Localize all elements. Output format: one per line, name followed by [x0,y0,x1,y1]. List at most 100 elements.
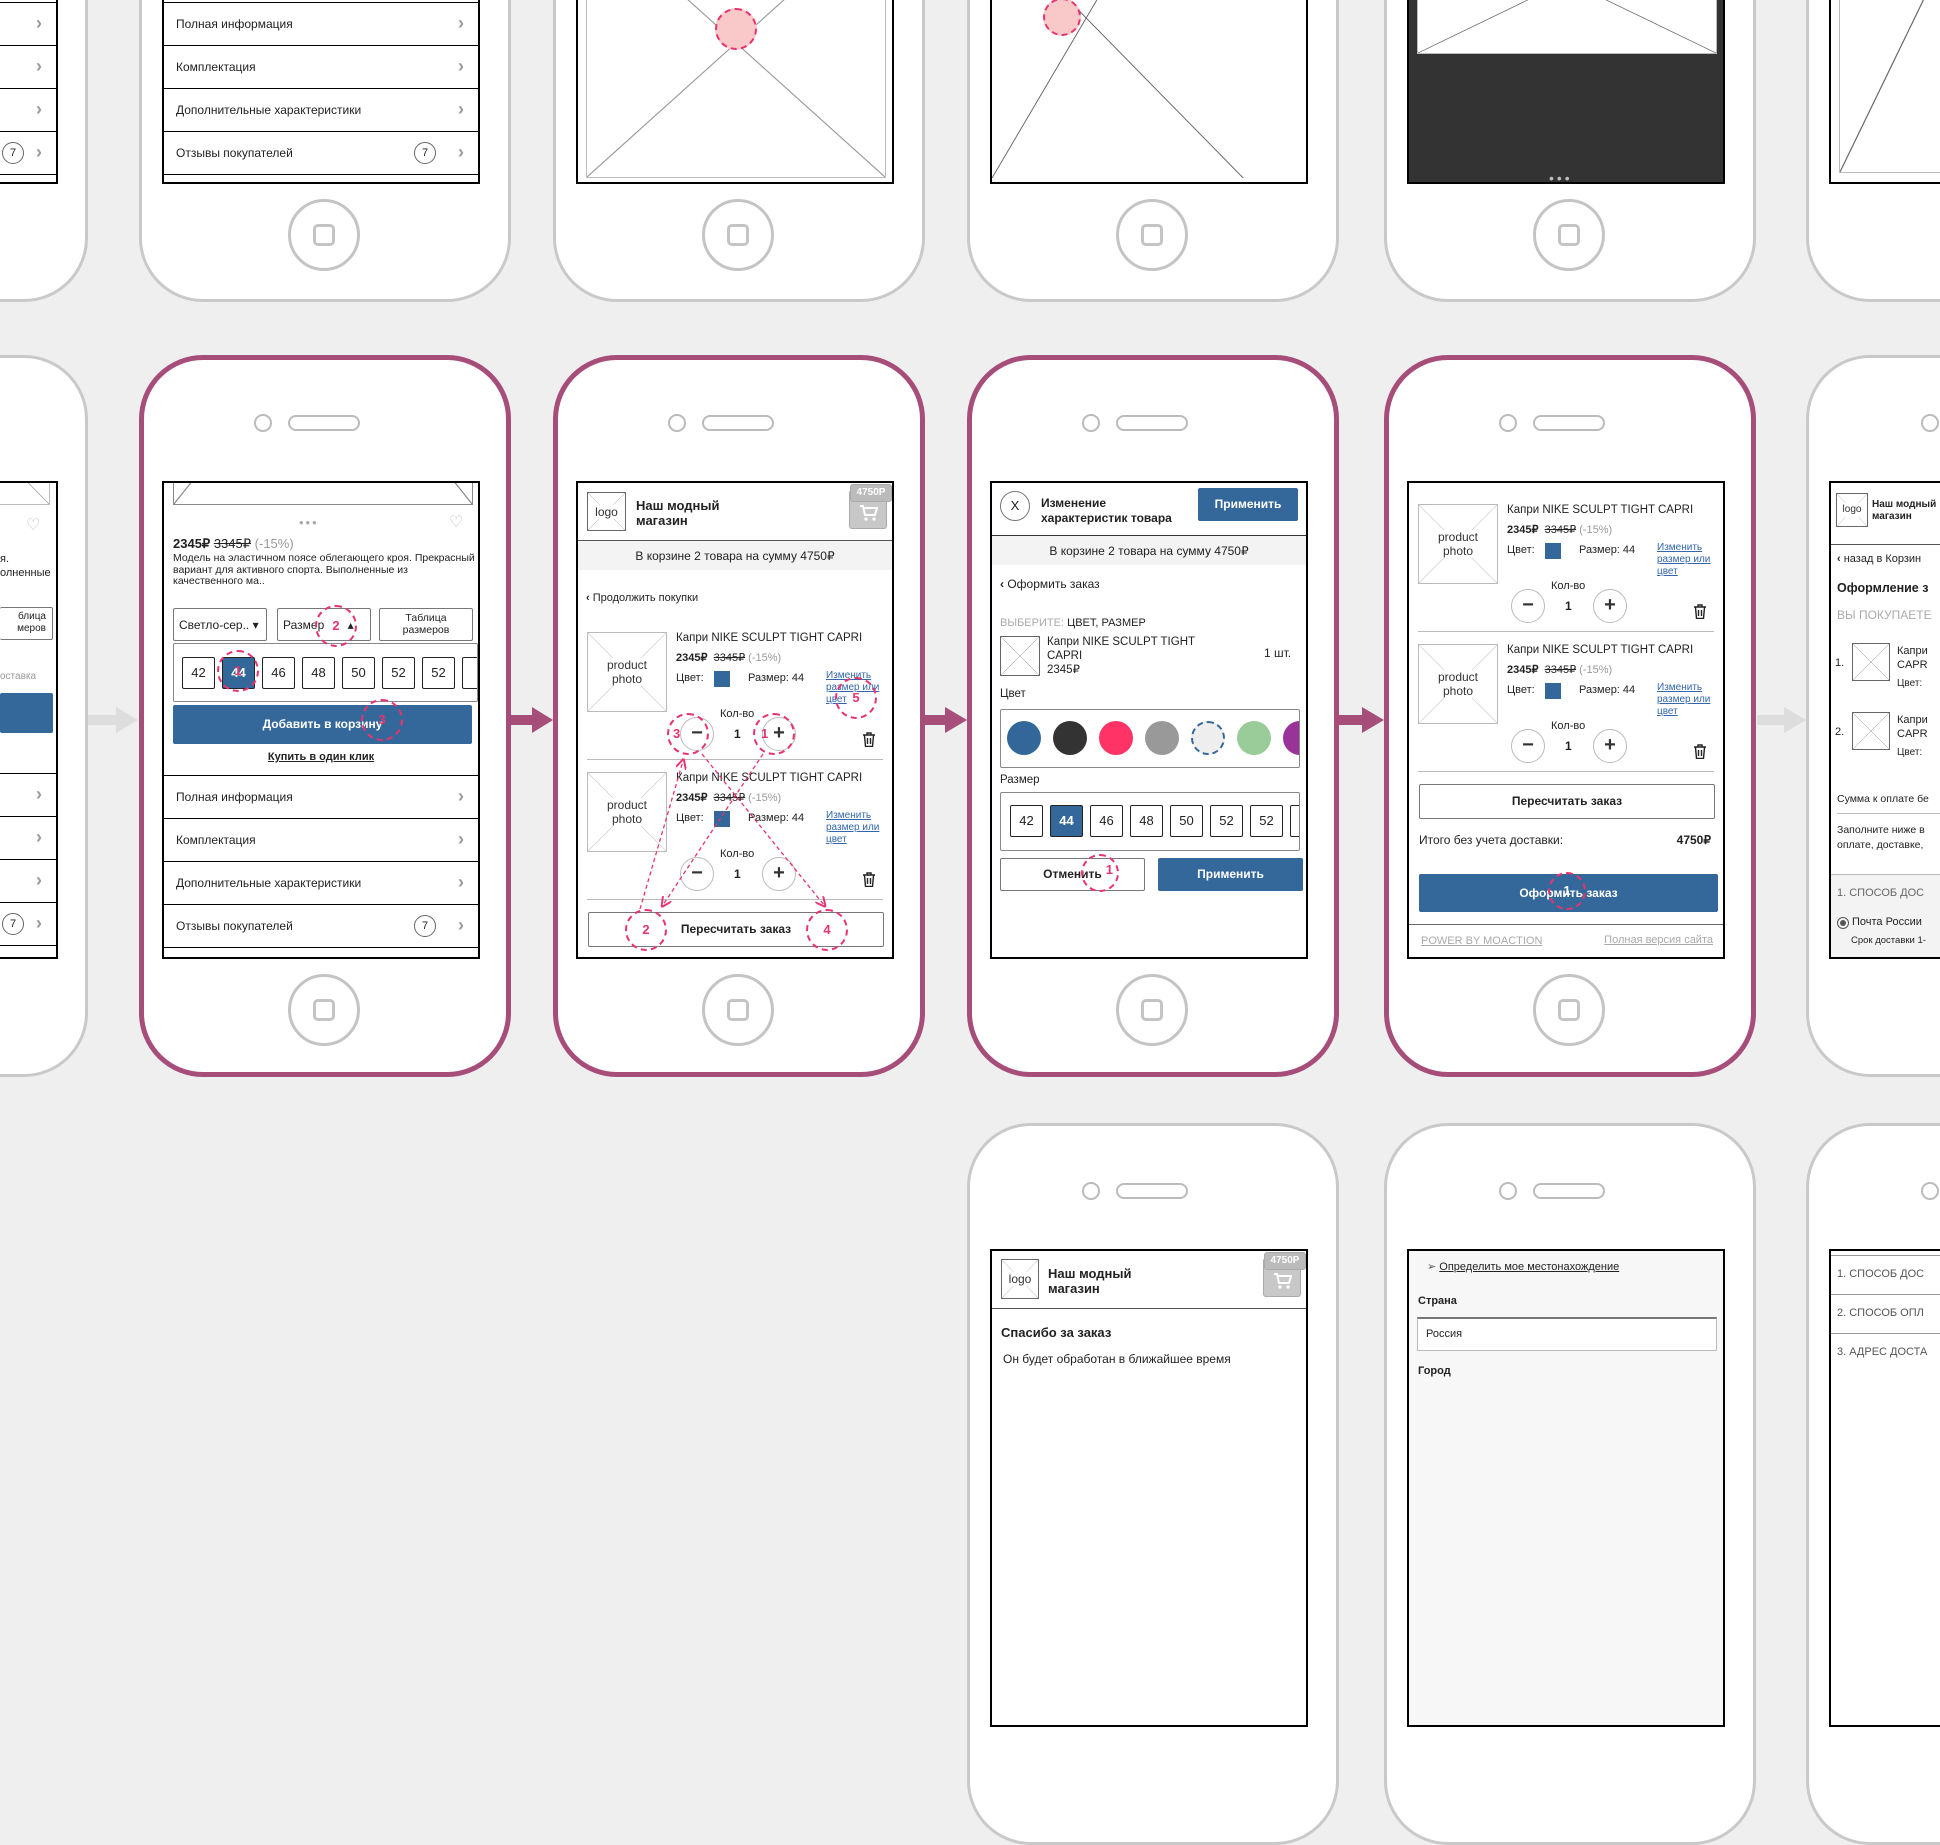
color-select[interactable]: Светло-сер.. ▾ [173,608,267,641]
size-option[interactable]: 52 [1250,805,1283,837]
chevron-right-icon: › [36,827,42,847]
color-label: Цвет [1000,688,1026,700]
chevron-right-icon: › [36,142,42,162]
color-option[interactable] [1007,721,1041,755]
color-option[interactable] [1053,721,1087,755]
back-to-cart-link[interactable]: ‹ назад в Корзин [1837,553,1921,565]
annotation-marker: 5 [835,677,877,719]
trash-icon[interactable] [1693,604,1707,619]
product-title[interactable]: Капри NIKE SCULPT TIGHT CAPRI [1507,504,1693,516]
list-row[interactable]: 7 › [0,131,56,174]
color-option[interactable] [1237,721,1271,755]
phone-thanks: logo Наш модный магазин 4750Р Спасибо за … [967,1123,1339,1845]
logo: logo [1001,1259,1039,1299]
order-item: 2. Капри CAPR Цвет: [1835,712,1928,758]
list-row-extra[interactable]: Дополнительные характеристики › [164,88,478,131]
divider [0,945,56,957]
list-row[interactable]: › [0,45,56,88]
country-input[interactable]: Россия [1417,1317,1717,1351]
size-option[interactable]: 44 [1050,805,1083,837]
size-option[interactable]: 42 [1010,805,1043,837]
list-row[interactable]: › [0,816,56,859]
list-row-reviews[interactable]: Отзывы покупателей 7 › [164,904,478,947]
change-size-color-link[interactable]: Изменить размер или цвет [1657,682,1719,718]
step-delivery[interactable]: 1. СПОСОБ ДОС [1831,1255,1940,1295]
size-option[interactable]: 46 [262,657,295,689]
size-option[interactable] [1290,805,1299,837]
checkout-back-link[interactable]: ‹ Оформить заказ [1000,577,1100,591]
flow-arrow-icon [1757,707,1806,733]
list-row-extra[interactable]: Дополнительные характеристики › [164,861,478,904]
list-row[interactable]: › [0,88,56,131]
list-row-full-info[interactable]: Полная информация › [164,2,478,45]
home-button [1533,974,1605,1046]
size-table-button[interactable]: Таблица размеров [379,608,473,641]
product-photo: product photo [1418,644,1498,724]
size-option[interactable]: 50 [1170,805,1203,837]
full-site-link[interactable]: Полная версия сайта [1604,934,1713,946]
phone-checkout: logo Наш модный магазин ‹ назад в Корзин … [1806,355,1940,1077]
add-to-cart-button[interactable] [0,693,53,733]
cart-item: product photo Капри NIKE SCULPT TIGHT CA… [1409,504,1723,632]
apply-button-top[interactable]: Применить [1198,488,1298,521]
size-option[interactable]: 52 [422,657,455,689]
increase-quantity-button[interactable]: + [1593,729,1627,763]
apply-button[interactable]: Применить [1158,858,1303,891]
divider [164,947,478,957]
size-option[interactable]: 48 [1130,805,1163,837]
size-option[interactable] [462,657,477,689]
powered-by-link[interactable]: POWER BY MOACTION [1421,935,1542,947]
recalc-button[interactable]: Пересчитать заказ [1419,784,1715,819]
list-row[interactable]: › [0,859,56,902]
screen: X Изменение характеристик товара Применит… [990,481,1308,959]
color-option[interactable] [1191,721,1225,755]
color-option[interactable] [1145,721,1179,755]
list-row-package[interactable]: Комплектация › [164,818,478,861]
detect-location-link[interactable]: ➢ Определить мое местонахождение [1427,1260,1619,1273]
decrease-quantity-button[interactable]: − [1511,729,1545,763]
list-row-reviews[interactable]: Отзывы покупателей 7 › [164,131,478,174]
size-option[interactable]: 52 [382,657,415,689]
footer [1409,924,1723,925]
chevron-right-icon: › [458,142,464,162]
list-row[interactable]: › [0,773,56,816]
annotation-marker: 2 [315,605,357,647]
list-row[interactable]: 7 › [0,902,56,945]
size-option[interactable]: 50 [342,657,375,689]
price-line: 2345₽ 3345₽ (-15%) [173,536,294,552]
step-address[interactable]: 3. АДРЕС ДОСТА [1831,1334,1940,1373]
size-option[interactable]: 42 [182,657,215,689]
carousel-dots[interactable]: ••• [1549,170,1573,182]
flow-arrow-icon [1336,707,1384,733]
color-option[interactable] [1283,721,1299,755]
list-row-full-info[interactable]: Полная информация › [164,775,478,818]
trash-icon[interactable] [1693,744,1707,759]
color-swatch [1545,543,1561,559]
size-option[interactable]: 48 [302,657,335,689]
chevron-right-icon: › [36,13,42,33]
add-to-cart-button[interactable]: Добавить в корзину [173,705,472,744]
list-row-package[interactable]: Комплектация › [164,45,478,88]
favorite-heart-icon[interactable]: ♡ [449,512,463,532]
change-size-color-link[interactable]: Изменить размер или цвет [1657,542,1719,578]
row-label: Отзывы покупателей [176,919,293,933]
radio-selected-icon[interactable] [1837,917,1849,929]
size-option[interactable]: 46 [1090,805,1123,837]
step-payment[interactable]: 2. СПОСОБ ОПЛ [1831,1295,1940,1334]
product-title[interactable]: Капри NIKE SCULPT TIGHT CAPRI [1507,644,1693,656]
decrease-quantity-button[interactable]: − [1511,589,1545,623]
country-label: Страна [1418,1295,1457,1307]
favorite-heart-icon[interactable]: ♡ [26,515,40,535]
close-button[interactable]: X [1000,491,1030,521]
buy-one-click-link[interactable]: Купить в один клик [164,751,478,763]
increase-quantity-button[interactable]: + [1593,589,1627,623]
size-option[interactable]: 52 [1210,805,1243,837]
carousel-dots[interactable]: ••• [299,515,319,530]
image-placeholder [0,483,50,505]
list-row[interactable]: › [0,2,56,45]
size-table-button[interactable]: блица меров [0,607,53,640]
color-option[interactable] [1099,721,1133,755]
cancel-button[interactable]: Отменить [1000,858,1145,891]
caret-down-icon: ▾ [252,618,259,632]
annotation-marker: 1 [1081,854,1119,892]
